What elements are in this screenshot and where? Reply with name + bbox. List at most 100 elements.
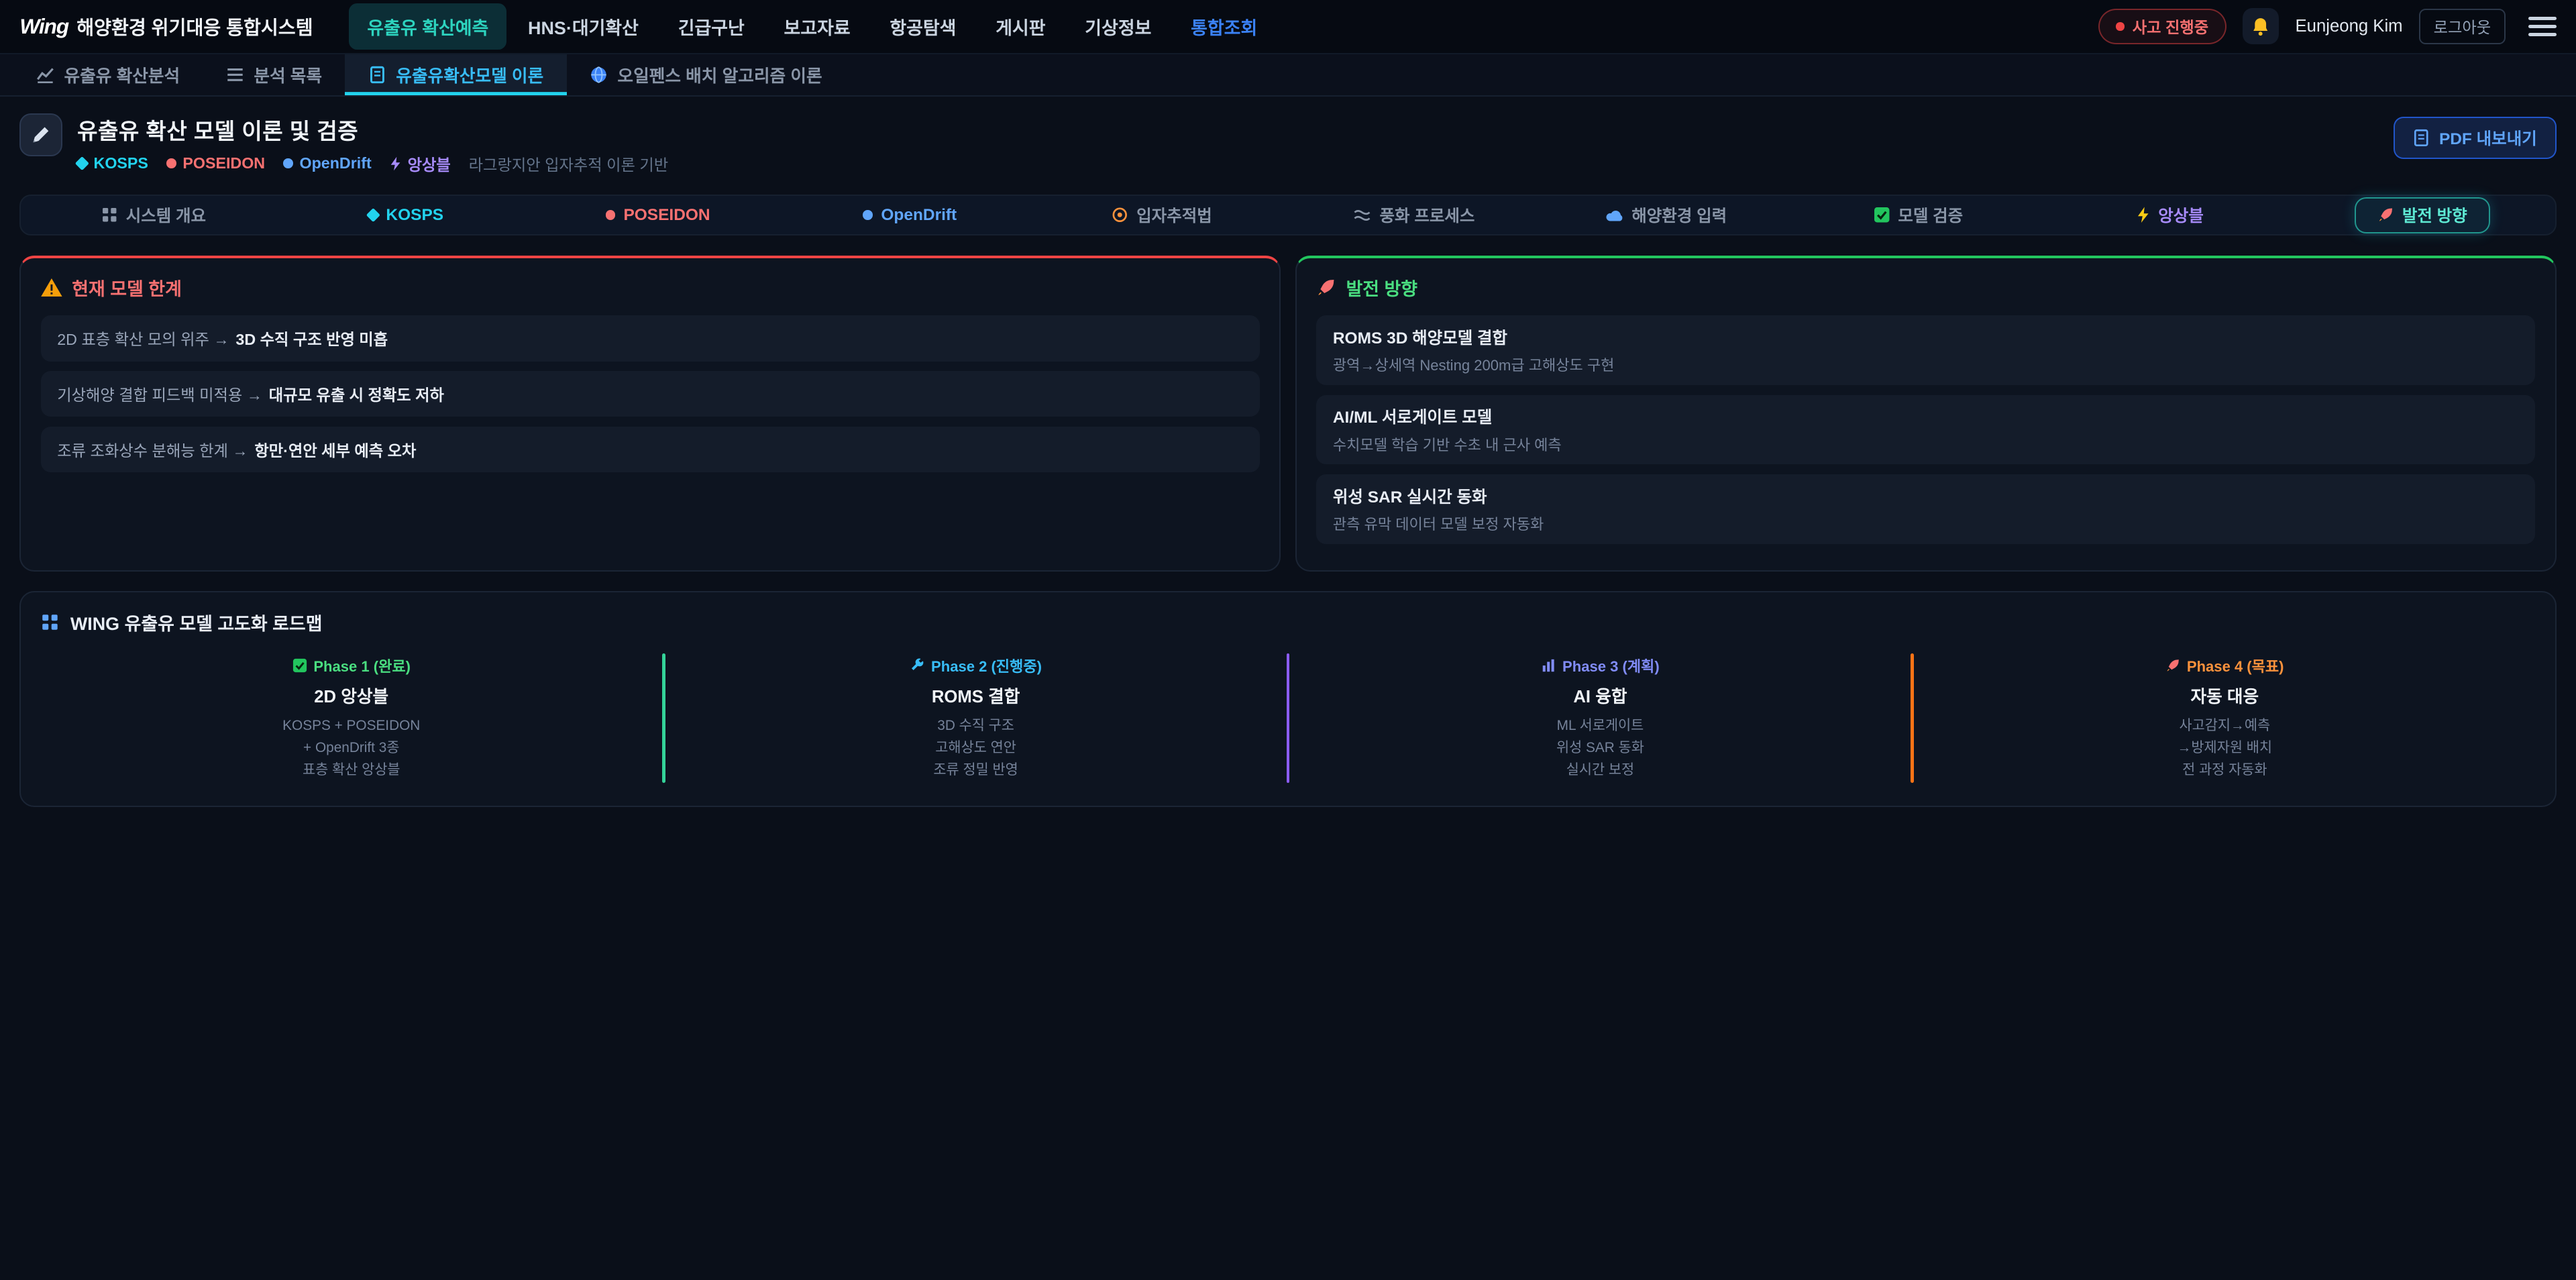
bolt-icon — [2137, 207, 2150, 223]
section-nav-item-model-validation[interactable]: 모델 검증 — [1792, 196, 2045, 234]
sub-tab-bar: 유출유 확산분석 분석 목록 유출유확산모델 이론 오일펜스 배치 알고리즘 이… — [0, 54, 2576, 97]
future-title: 발전 방향 — [1346, 274, 1417, 301]
section-nav-item-overview[interactable]: 시스템 개요 — [28, 196, 280, 234]
limitations-panel: 현재 모델 한계 2D 표층 확산 모의 위주 → 3D 수직 구조 반영 미흡… — [19, 256, 1281, 572]
warning-icon — [41, 278, 62, 297]
roadmap-phase-1: Phase 1 (완료) 2D 앙상블 KOSPS + POSEIDON + O… — [41, 651, 662, 784]
page-header-left: 유출유 확산 모델 이론 및 검증 KOSPS POSEIDON OpenDri… — [19, 113, 668, 175]
active-section-pill: 발전 방향 — [2355, 197, 2489, 233]
notifications-button[interactable] — [2243, 8, 2279, 44]
roadmap-phase-4: Phase 4 (목표) 자동 대응 사고감지→예측 →방제자원 배치 전 과정… — [1914, 651, 2535, 784]
phase-badge: Phase 1 (완료) — [313, 655, 411, 676]
section-nav: 시스템 개요 KOSPS POSEIDON OpenDrift 입자추적법 풍화… — [19, 195, 2556, 235]
badge-opendrift: OpenDrift — [283, 154, 372, 172]
section-nav-item-particle-tracking[interactable]: 입자추적법 — [1036, 196, 1288, 234]
top-nav-item-aerial-search[interactable]: 항공탐색 — [871, 3, 974, 49]
globe-icon — [590, 66, 608, 84]
top-nav-item-integrated-search[interactable]: 통합조회 — [1173, 3, 1275, 49]
wrench-icon — [910, 658, 924, 673]
phase-title: ROMS 결합 — [665, 683, 1287, 708]
roadmap-phase-2: Phase 2 (진행중) ROMS 결합 3D 수직 구조 고해상도 연안 조… — [665, 651, 1287, 784]
tab-oil-fence-theory[interactable]: 오일펜스 배치 알고리즘 이론 — [567, 54, 845, 96]
top-nav-item-weather-info[interactable]: 기상정보 — [1067, 3, 1169, 49]
tab-oil-spill-analysis[interactable]: 유출유 확산분석 — [13, 54, 203, 96]
phase-title: AI 융합 — [1289, 683, 1911, 708]
limitation-row: 2D 표층 확산 모의 위주 → 3D 수직 구조 반영 미흡 — [41, 315, 1260, 361]
future-directions-panel: 발전 방향 ROMS 3D 해양모델 결합 광역→상세역 Nesting 200… — [1295, 256, 2557, 572]
future-row: ROMS 3D 해양모델 결합 광역→상세역 Nesting 200m급 고해상… — [1316, 315, 2535, 385]
limitations-title: 현재 모델 한계 — [72, 274, 182, 301]
logout-button[interactable]: 로그아웃 — [2419, 9, 2506, 44]
phase-badge: Phase 3 (계획) — [1562, 655, 1660, 676]
check-square-icon — [292, 658, 307, 673]
diamond-icon — [75, 156, 89, 170]
roadmap-header: WING 유출유 모델 고도화 로드맵 — [41, 609, 2536, 635]
section-nav-item-kosps[interactable]: KOSPS — [280, 196, 532, 234]
top-nav: Wing 해양환경 위기대응 통합시스템 유출유 확산예측 HNS·대기확산 긴… — [0, 0, 2576, 54]
phase-badge: Phase 2 (진행중) — [931, 655, 1042, 676]
roadmap-phases: Phase 1 (완료) 2D 앙상블 KOSPS + POSEIDON + O… — [41, 651, 2536, 784]
top-nav-items: 유출유 확산예측 HNS·대기확산 긴급구난 보고자료 항공탐색 게시판 기상정… — [349, 3, 2082, 49]
section-nav-item-poseidon[interactable]: POSEIDON — [532, 196, 784, 234]
page-title: 유출유 확산 모델 이론 및 검증 — [77, 113, 668, 146]
limitations-panel-header: 현재 모델 한계 — [41, 274, 1260, 301]
grid-icon — [101, 207, 117, 223]
section-nav-item-ocean-input[interactable]: 해양환경 입력 — [1540, 196, 1792, 234]
circle-icon — [283, 158, 293, 168]
top-nav-right: 사고 진행중 Eunjeong Kim 로그아웃 — [2098, 8, 2557, 44]
target-icon — [1112, 207, 1128, 223]
badge-kosps: KOSPS — [77, 154, 148, 172]
section-nav-item-opendrift[interactable]: OpenDrift — [784, 196, 1036, 234]
top-nav-item-oil-spill-forecast[interactable]: 유출유 확산예측 — [349, 3, 506, 49]
tab-analysis-list[interactable]: 분석 목록 — [203, 54, 345, 96]
top-nav-item-reports[interactable]: 보고자료 — [766, 3, 869, 49]
tab-spill-model-theory[interactable]: 유출유확산모델 이론 — [345, 54, 566, 96]
brand: Wing 해양환경 위기대응 통합시스템 — [19, 13, 313, 40]
section-nav-item-weathering[interactable]: 풍화 프로세스 — [1288, 196, 1540, 234]
bolt-icon — [390, 156, 401, 171]
page-subtitle: 라그랑지안 입자추적 이론 기반 — [469, 152, 668, 175]
phase-badge: Phase 4 (목표) — [2187, 655, 2284, 676]
page-title-block: 유출유 확산 모델 이론 및 검증 KOSPS POSEIDON OpenDri… — [77, 113, 668, 175]
incident-dot-icon — [2116, 22, 2124, 30]
pdf-icon — [2413, 129, 2429, 147]
waves-icon — [1353, 208, 1371, 223]
wing-logo: Wing — [19, 14, 68, 39]
future-row: 위성 SAR 실시간 동화 관측 유막 데이터 모델 보정 자동화 — [1316, 474, 2535, 544]
model-badges-row: KOSPS POSEIDON OpenDrift 앙상블 라그랑지안 입자추적 … — [77, 152, 668, 175]
phase-title: 2D 앙상블 — [41, 683, 662, 708]
document-icon — [368, 66, 386, 84]
diamond-icon — [366, 208, 380, 222]
app-title: 해양환경 위기대응 통합시스템 — [76, 13, 313, 40]
top-nav-item-emergency-rescue[interactable]: 긴급구난 — [660, 3, 763, 49]
menu-icon — [2528, 17, 2557, 20]
cloud-icon — [1605, 209, 1623, 222]
rocket-icon — [2377, 207, 2394, 223]
badge-ensemble: 앙상블 — [390, 152, 451, 175]
circle-icon — [606, 210, 616, 220]
roadmap-phase-3: Phase 3 (계획) AI 융합 ML 서로게이트 위성 SAR 동화 실시… — [1289, 651, 1911, 784]
user-name: Eunjeong Kim — [2296, 17, 2403, 36]
check-square-icon — [1874, 207, 1890, 223]
pdf-export-button[interactable]: PDF 내보내기 — [2394, 117, 2557, 159]
section-nav-item-ensemble[interactable]: 앙상블 — [2044, 196, 2296, 234]
incident-status-badge[interactable]: 사고 진행중 — [2098, 9, 2226, 44]
page-icon — [19, 113, 62, 156]
menu-button[interactable] — [2528, 17, 2557, 36]
list-icon — [226, 66, 244, 84]
section-nav-item-future-direction[interactable]: 발전 방향 — [2296, 196, 2548, 234]
top-nav-item-hns-atmospheric[interactable]: HNS·대기확산 — [510, 3, 657, 49]
badge-poseidon: POSEIDON — [166, 154, 265, 172]
incident-status-label: 사고 진행중 — [2133, 15, 2208, 38]
phase-title: 자동 대응 — [1914, 683, 2535, 708]
future-row: AI/ML 서로게이트 모델 수치모델 학습 기반 수초 내 근사 예측 — [1316, 395, 2535, 465]
limitation-row: 조류 조화상수 분해능 한계 → 항만·연안 세부 예측 오차 — [41, 427, 1260, 472]
circle-icon — [166, 158, 176, 168]
top-nav-item-board[interactable]: 게시판 — [977, 3, 1063, 49]
roadmap-panel: WING 유출유 모델 고도화 로드맵 Phase 1 (완료) 2D 앙상블 … — [19, 591, 2556, 807]
line-chart-icon — [36, 66, 54, 84]
content-panels: 현재 모델 한계 2D 표층 확산 모의 위주 → 3D 수직 구조 반영 미흡… — [19, 256, 2556, 572]
limitation-row: 기상해양 결합 피드백 미적용 → 대규모 유출 시 정확도 저하 — [41, 371, 1260, 417]
roadmap-title: WING 유출유 모델 고도화 로드맵 — [70, 609, 323, 635]
bell-icon — [2251, 17, 2270, 36]
